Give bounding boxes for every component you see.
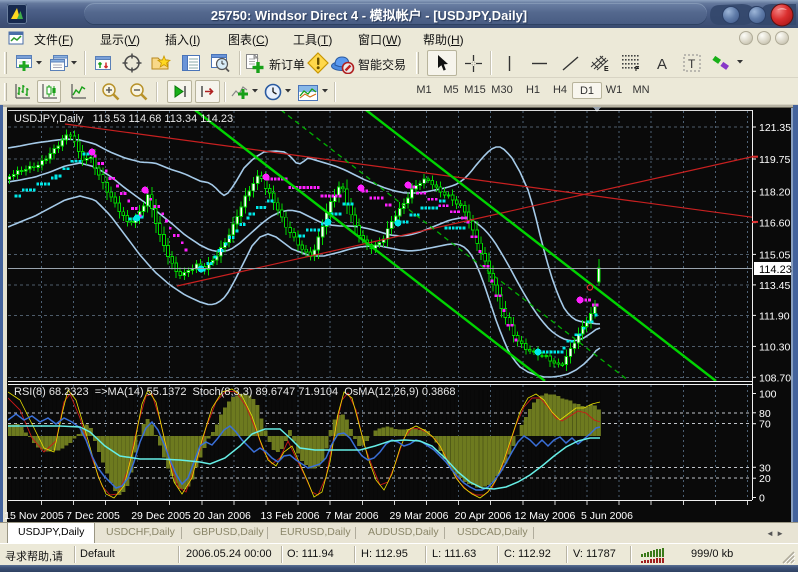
svg-text:100: 100 — [759, 389, 777, 401]
svg-text:USDJPY,Daily 113.53 114.68 1: USDJPY,Daily 113.53 114.68 113.34 114.23 — [14, 113, 233, 125]
svg-text:E: E — [604, 66, 609, 72]
svg-text:121.35: 121.35 — [759, 122, 791, 134]
svg-text:13 Feb 2006: 13 Feb 2006 — [261, 510, 320, 522]
svg-text:A: A — [657, 56, 667, 71]
svg-text:20 Apr 2006: 20 Apr 2006 — [455, 510, 512, 522]
svg-text:20 Jan 2006: 20 Jan 2006 — [193, 510, 251, 522]
svg-text:15 Nov 2005: 15 Nov 2005 — [4, 510, 64, 522]
svg-text:5 Jun 2006: 5 Jun 2006 — [581, 510, 633, 522]
svg-text:12 May 2006: 12 May 2006 — [515, 510, 576, 522]
svg-text:7 Dec 2005: 7 Dec 2005 — [66, 510, 120, 522]
svg-text:108.70: 108.70 — [759, 372, 791, 384]
svg-text:0: 0 — [759, 493, 765, 505]
svg-text:29 Dec 2005: 29 Dec 2005 — [131, 510, 191, 522]
svg-text:RSI(8) 68.2323 =>MA(14) 55.13: RSI(8) 68.2323 =>MA(14) 55.1372 Stoch(8,… — [14, 386, 456, 398]
svg-text:113.45: 113.45 — [759, 280, 790, 292]
svg-text:29 Mar 2006: 29 Mar 2006 — [390, 510, 449, 522]
svg-text:114.23: 114.23 — [759, 264, 792, 276]
svg-text:20: 20 — [759, 473, 771, 485]
svg-text:F: F — [635, 66, 640, 72]
svg-text:110.30: 110.30 — [759, 341, 790, 353]
svg-text:7 Mar 2006: 7 Mar 2006 — [325, 510, 378, 522]
svg-text:T: T — [688, 57, 696, 71]
svg-text:70: 70 — [759, 419, 771, 431]
svg-text:116.60: 116.60 — [759, 218, 790, 230]
svg-text:118.20: 118.20 — [759, 186, 790, 198]
svg-text:115.05: 115.05 — [759, 249, 790, 261]
svg-text:119.75: 119.75 — [759, 154, 790, 166]
svg-text:111.90: 111.90 — [759, 310, 790, 322]
